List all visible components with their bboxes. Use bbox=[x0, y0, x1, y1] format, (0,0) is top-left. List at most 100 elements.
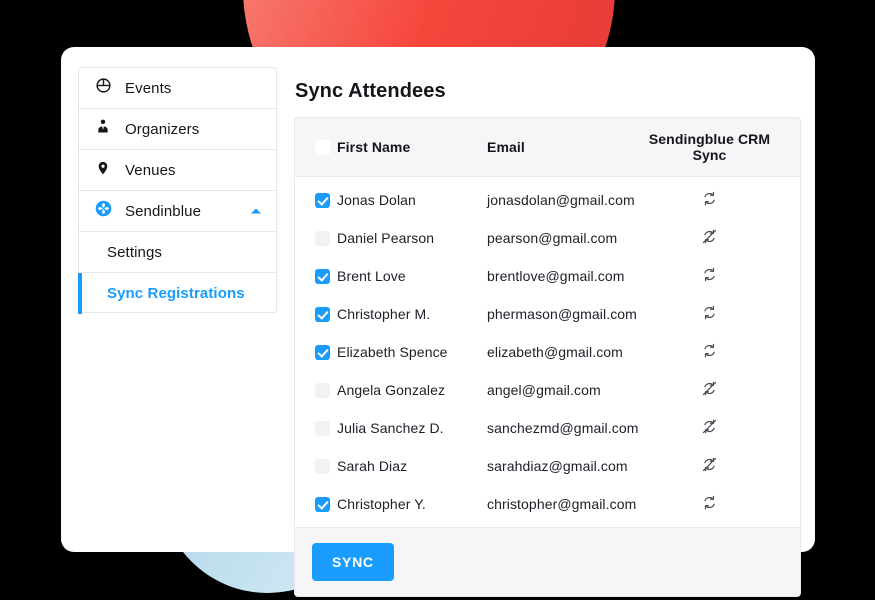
sidebar-item-events[interactable]: Events bbox=[79, 68, 276, 109]
row-checkbox[interactable] bbox=[315, 421, 330, 437]
cell-first-name: Christopher Y. bbox=[337, 496, 426, 512]
sidebar-item-sendinblue[interactable]: Sendinblue bbox=[79, 191, 276, 232]
sync-button[interactable]: SYNC bbox=[312, 543, 394, 581]
sidebar-item-label: Organizers bbox=[125, 120, 200, 138]
row-checkbox[interactable] bbox=[315, 193, 330, 209]
sidebar-item-label: Sendinblue bbox=[125, 202, 202, 220]
sidebar-item-organizers[interactable]: Organizers bbox=[79, 109, 276, 150]
column-header-first-name: First Name bbox=[337, 118, 487, 177]
cell-email: brentlove@gmail.com bbox=[487, 268, 625, 284]
cell-email: angel@gmail.com bbox=[487, 382, 601, 398]
cell-email: phermason@gmail.com bbox=[487, 306, 637, 322]
cell-email: sarahdiaz@gmail.com bbox=[487, 458, 628, 474]
table-row[interactable]: Angela Gonzalez angel@gmail.com bbox=[295, 371, 800, 409]
event-ticket-icon-wrap bbox=[93, 78, 113, 98]
sidebar-item-label: Events bbox=[125, 79, 172, 97]
row-checkbox[interactable] bbox=[315, 307, 330, 323]
cell-crm-sync[interactable] bbox=[647, 333, 800, 371]
select-all-header bbox=[295, 118, 337, 177]
row-checkbox[interactable] bbox=[315, 383, 330, 399]
cell-email: jonasdolan@gmail.com bbox=[487, 192, 635, 208]
sidebar-item-label: Settings bbox=[107, 243, 162, 261]
row-select-cell bbox=[295, 219, 337, 257]
table-body: Jonas Dolan jonasdolan@gmail.com Daniel Pe… bbox=[295, 177, 800, 528]
row-checkbox[interactable] bbox=[315, 459, 330, 475]
sidebar-item-venues[interactable]: Venues bbox=[79, 150, 276, 191]
row-select-cell bbox=[295, 257, 337, 295]
main-panel: Sync Attendees First Name Email Sendingb… bbox=[277, 67, 801, 597]
row-select-cell bbox=[295, 371, 337, 409]
table-row[interactable]: Christopher Y. christopher@gmail.com bbox=[295, 485, 800, 527]
chevron-up-icon[interactable] bbox=[251, 208, 261, 214]
table-header-row: First Name Email Sendingblue CRM Sync bbox=[295, 118, 800, 177]
cell-first-name: Jonas Dolan bbox=[337, 192, 416, 208]
cell-first-name: Sarah Diaz bbox=[337, 458, 408, 474]
sync-icon[interactable] bbox=[701, 190, 718, 210]
app-card: Events Organizers Venues Sendinblue Settings… bbox=[61, 47, 815, 597]
sidebar-item-label: Sync Registrations bbox=[107, 285, 245, 302]
row-checkbox[interactable] bbox=[315, 497, 330, 513]
cell-crm-sync[interactable] bbox=[647, 257, 800, 295]
organizer-icon-wrap bbox=[93, 119, 113, 139]
attendees-panel: First Name Email Sendingblue CRM Sync Jo… bbox=[294, 117, 801, 597]
cell-first-name: Elizabeth Spence bbox=[337, 344, 448, 360]
table-row[interactable]: Jonas Dolan jonasdolan@gmail.com bbox=[295, 177, 800, 220]
cell-email: christopher@gmail.com bbox=[487, 496, 637, 512]
cell-crm-sync[interactable] bbox=[647, 485, 800, 527]
table-row[interactable]: Brent Love brentlove@gmail.com bbox=[295, 257, 800, 295]
sync-off-icon[interactable] bbox=[701, 228, 718, 248]
row-checkbox[interactable] bbox=[315, 269, 330, 285]
cell-crm-sync[interactable] bbox=[647, 295, 800, 333]
cell-crm-sync[interactable] bbox=[647, 219, 800, 257]
table-row[interactable]: Sarah Diaz sarahdiaz@gmail.com bbox=[295, 447, 800, 485]
column-header-email: Email bbox=[487, 118, 647, 177]
sync-icon[interactable] bbox=[701, 304, 718, 324]
cell-crm-sync[interactable] bbox=[647, 447, 800, 485]
cell-email: sanchezmd@gmail.com bbox=[487, 420, 639, 436]
column-header-crm-sync: Sendingblue CRM Sync bbox=[647, 118, 800, 177]
cell-first-name: Christopher M. bbox=[337, 306, 431, 322]
row-select-cell bbox=[295, 295, 337, 333]
screenshot-canvas: Events Organizers Venues Sendinblue Settings… bbox=[0, 0, 875, 600]
event-ticket-icon bbox=[95, 77, 112, 99]
cell-first-name: Angela Gonzalez bbox=[337, 382, 446, 398]
row-select-cell bbox=[295, 447, 337, 485]
cell-crm-sync[interactable] bbox=[647, 371, 800, 409]
table-row[interactable]: Elizabeth Spence elizabeth@gmail.com bbox=[295, 333, 800, 371]
map-pin-icon bbox=[96, 159, 110, 182]
table-row[interactable]: Daniel Pearson pearson@gmail.com bbox=[295, 219, 800, 257]
attendees-table: First Name Email Sendingblue CRM Sync Jo… bbox=[295, 118, 800, 527]
table-row[interactable]: Christopher M. phermason@gmail.com bbox=[295, 295, 800, 333]
sidebar-nav: Events Organizers Venues Sendinblue Settings… bbox=[78, 67, 277, 314]
table-head: First Name Email Sendingblue CRM Sync bbox=[295, 118, 800, 177]
cell-email: pearson@gmail.com bbox=[487, 230, 618, 246]
cell-first-name: Brent Love bbox=[337, 268, 406, 284]
row-checkbox[interactable] bbox=[315, 345, 330, 361]
row-checkbox[interactable] bbox=[315, 231, 330, 247]
map-pin-icon-wrap bbox=[93, 160, 113, 180]
sendinblue-icon bbox=[95, 200, 112, 222]
sidebar-item-label: Venues bbox=[125, 161, 176, 179]
sidebar-item-sync-registrations[interactable]: Sync Registrations bbox=[78, 273, 276, 314]
cell-first-name: Julia Sanchez D. bbox=[337, 420, 444, 436]
row-select-cell bbox=[295, 333, 337, 371]
cell-crm-sync[interactable] bbox=[647, 409, 800, 447]
table-footer: SYNC bbox=[295, 527, 800, 596]
page-title: Sync Attendees bbox=[295, 80, 446, 102]
active-indicator bbox=[78, 273, 82, 314]
sendinblue-icon-wrap bbox=[93, 200, 113, 222]
sync-icon[interactable] bbox=[701, 494, 718, 514]
sync-off-icon[interactable] bbox=[701, 380, 718, 400]
organizer-icon bbox=[95, 118, 111, 140]
cell-crm-sync[interactable] bbox=[647, 177, 800, 220]
row-select-cell bbox=[295, 409, 337, 447]
sync-icon[interactable] bbox=[701, 342, 718, 362]
select-all-checkbox[interactable] bbox=[315, 140, 330, 156]
sync-icon[interactable] bbox=[701, 266, 718, 286]
cell-email: elizabeth@gmail.com bbox=[487, 344, 623, 360]
row-select-cell bbox=[295, 177, 337, 220]
table-row[interactable]: Julia Sanchez D. sanchezmd@gmail.com bbox=[295, 409, 800, 447]
sync-off-icon[interactable] bbox=[701, 456, 718, 476]
sync-off-icon[interactable] bbox=[701, 418, 718, 438]
sidebar-item-settings[interactable]: Settings bbox=[79, 232, 276, 273]
